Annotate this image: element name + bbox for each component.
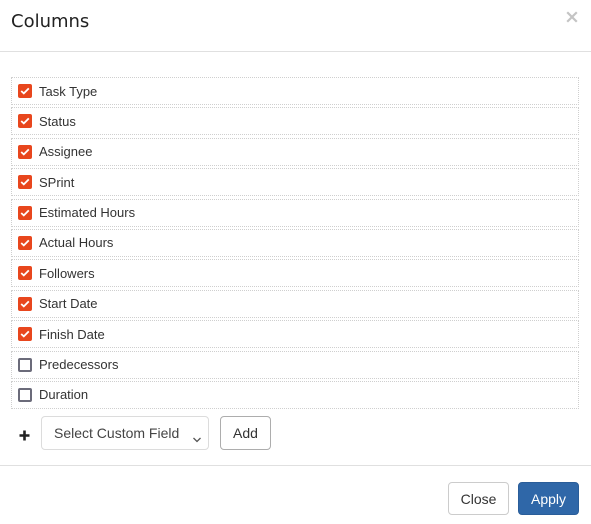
column-option[interactable]: Actual Hours bbox=[11, 228, 579, 257]
checkmark-icon bbox=[20, 148, 30, 156]
checkmark-icon bbox=[20, 178, 30, 186]
checkbox-checked[interactable] bbox=[18, 175, 32, 190]
checkbox-checked[interactable] bbox=[18, 114, 32, 129]
column-option-label: Duration bbox=[39, 387, 89, 403]
column-option[interactable]: Estimated Hours bbox=[11, 198, 579, 227]
checkmark-icon bbox=[20, 239, 30, 247]
checkbox-checked[interactable] bbox=[18, 266, 32, 281]
column-option-label: Actual Hours bbox=[39, 235, 114, 251]
checkmark-icon bbox=[20, 300, 30, 308]
checkbox-checked[interactable] bbox=[18, 205, 32, 220]
column-option[interactable]: Status bbox=[11, 107, 579, 136]
checkbox-checked[interactable] bbox=[18, 235, 32, 250]
column-option[interactable]: Duration bbox=[11, 380, 579, 409]
column-list: Task Type Status Assignee SPrint Estimated H… bbox=[11, 77, 579, 411]
checkbox-checked[interactable] bbox=[18, 327, 32, 342]
column-option[interactable]: Start Date bbox=[11, 289, 579, 318]
column-option-label: Predecessors bbox=[39, 357, 119, 373]
checkbox-unchecked[interactable] bbox=[18, 357, 32, 372]
checkbox-checked[interactable] bbox=[18, 144, 32, 159]
column-option-label: Estimated Hours bbox=[39, 205, 136, 221]
column-option[interactable]: Followers bbox=[11, 259, 579, 288]
column-option[interactable]: Predecessors bbox=[11, 350, 579, 379]
column-option-label: Task Type bbox=[39, 83, 98, 99]
close-button[interactable]: Close bbox=[448, 482, 509, 515]
dialog-title: Columns bbox=[11, 11, 90, 32]
column-option-label: Finish Date bbox=[39, 326, 105, 342]
column-option-label: Followers bbox=[39, 265, 95, 281]
custom-field-select-value: Select Custom Field bbox=[54, 425, 180, 441]
column-option[interactable]: Finish Date bbox=[11, 320, 579, 349]
column-option[interactable]: Assignee bbox=[11, 137, 579, 166]
column-option[interactable]: Task Type bbox=[11, 77, 579, 105]
checkmark-icon bbox=[20, 118, 30, 126]
plus-icon bbox=[19, 428, 30, 440]
column-option[interactable]: SPrint bbox=[11, 168, 579, 197]
checkmark-icon bbox=[20, 87, 30, 95]
column-option-label: Status bbox=[39, 113, 76, 129]
chevron-down-icon bbox=[192, 430, 202, 443]
column-option-label: SPrint bbox=[39, 174, 75, 190]
custom-field-row: Select Custom Field Add bbox=[19, 416, 271, 450]
close-x-icon[interactable] bbox=[565, 10, 579, 24]
checkbox-unchecked[interactable] bbox=[18, 387, 32, 402]
checkmark-icon bbox=[20, 270, 30, 277]
custom-field-select[interactable]: Select Custom Field bbox=[41, 416, 209, 450]
checkmark-icon bbox=[20, 209, 30, 217]
checkbox-checked[interactable] bbox=[18, 84, 32, 98]
checkbox-checked[interactable] bbox=[18, 296, 32, 311]
modal-header: Columns bbox=[0, 0, 591, 52]
column-option-label: Start Date bbox=[39, 296, 98, 312]
checkmark-icon bbox=[20, 330, 30, 338]
apply-button[interactable]: Apply bbox=[518, 482, 579, 515]
add-custom-field-button[interactable]: Add bbox=[220, 416, 271, 450]
modal-footer: Close Apply bbox=[0, 465, 591, 524]
column-option-label: Assignee bbox=[39, 144, 93, 160]
